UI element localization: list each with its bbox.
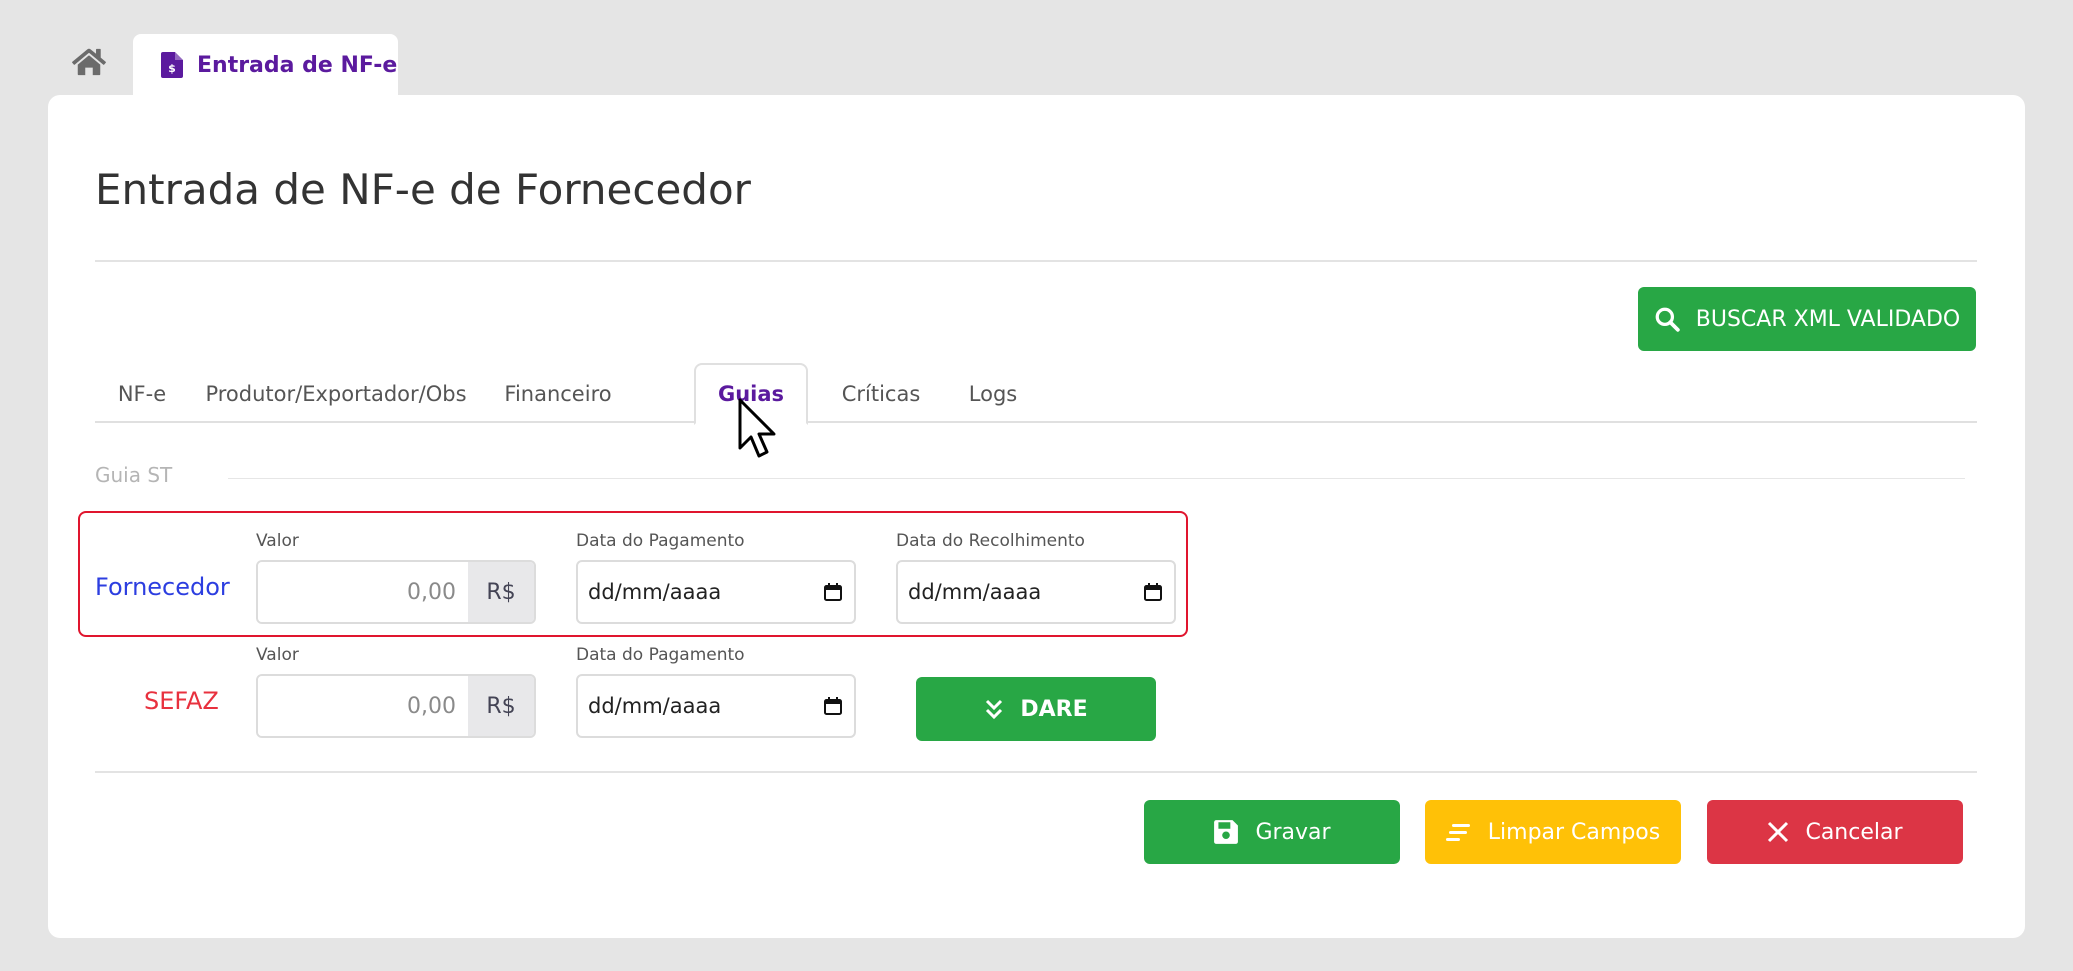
mouse-cursor-icon [738, 398, 776, 458]
search-icon [1655, 307, 1680, 332]
tab-logs[interactable]: Logs [953, 365, 1033, 423]
eraser-lines-icon [1445, 824, 1470, 841]
title-divider [95, 260, 1977, 262]
dare-button[interactable]: DARE [916, 677, 1156, 741]
tab-nfe-label: NF-e [117, 382, 167, 406]
calendar-icon[interactable] [824, 583, 842, 601]
fornecedor-currency-addon: R$ [468, 562, 534, 622]
tab-criticas[interactable]: Críticas [819, 365, 943, 423]
cancelar-button[interactable]: Cancelar [1707, 800, 1963, 864]
sefaz-data-pagamento-input[interactable]: dd/mm/aaaa [576, 674, 856, 738]
tab-nfe[interactable]: NF-e [105, 365, 179, 423]
fornecedor-data-pagamento-input[interactable]: dd/mm/aaaa [576, 560, 856, 624]
buscar-xml-label: BUSCAR XML VALIDADO [1695, 306, 1961, 332]
sefaz-valor-label: Valor [256, 645, 299, 665]
tabs-bar: NF-e Produtor/Exportador/Obs Financeiro … [95, 363, 1977, 425]
tab-produtor[interactable]: Produtor/Exportador/Obs [199, 365, 473, 423]
tab-logs-label: Logs [968, 382, 1018, 406]
fornecedor-data-pagamento-value: dd/mm/aaaa [588, 580, 722, 604]
tab-produtor-label: Produtor/Exportador/Obs [205, 382, 467, 406]
sefaz-valor-field: R$ [256, 674, 536, 738]
tab-entrada-nfe-label: Entrada de NF-e [197, 52, 398, 78]
double-chevron-down-icon [986, 699, 1003, 720]
main-card: Entrada de NF-e de Fornecedor BUSCAR XML… [48, 95, 2025, 938]
limpar-campos-label: Limpar Campos [1487, 819, 1661, 845]
gravar-label: Gravar [1255, 819, 1331, 845]
svg-text:$: $ [168, 62, 176, 75]
cancelar-label: Cancelar [1805, 819, 1903, 845]
actions-divider [95, 771, 1977, 773]
sefaz-data-pagamento-label: Data do Pagamento [576, 645, 745, 665]
buscar-xml-button[interactable]: BUSCAR XML VALIDADO [1638, 287, 1976, 351]
tab-entrada-nfe[interactable]: $ Entrada de NF-e [133, 34, 398, 96]
tab-criticas-label: Críticas [841, 382, 921, 406]
floppy-disk-icon [1214, 820, 1239, 844]
home-tab[interactable] [72, 47, 110, 81]
calendar-icon[interactable] [824, 697, 842, 715]
sefaz-valor-input[interactable] [258, 676, 468, 736]
gravar-button[interactable]: Gravar [1144, 800, 1400, 864]
tab-financeiro[interactable]: Financeiro [493, 365, 623, 423]
fornecedor-data-recolhimento-value: dd/mm/aaaa [908, 580, 1042, 604]
close-icon [1768, 821, 1789, 843]
fornecedor-data-recolhimento-label: Data do Recolhimento [896, 531, 1085, 551]
fornecedor-valor-label: Valor [256, 531, 299, 551]
home-icon [72, 48, 106, 76]
sefaz-currency-addon: R$ [468, 676, 534, 736]
fornecedor-data-pagamento-label: Data do Pagamento [576, 531, 745, 551]
sefaz-label: SEFAZ [144, 687, 219, 715]
section-legend-guia-st: Guia ST [95, 463, 185, 487]
fornecedor-data-recolhimento-input[interactable]: dd/mm/aaaa [896, 560, 1176, 624]
fornecedor-valor-input[interactable] [258, 562, 468, 622]
calendar-icon[interactable] [1144, 583, 1162, 601]
tab-financeiro-label: Financeiro [504, 382, 612, 406]
dare-label: DARE [1020, 696, 1088, 722]
section-divider [228, 478, 1965, 479]
page-title: Entrada de NF-e de Fornecedor [95, 165, 751, 214]
limpar-campos-button[interactable]: Limpar Campos [1425, 800, 1681, 864]
fornecedor-valor-field: R$ [256, 560, 536, 624]
sefaz-data-pagamento-value: dd/mm/aaaa [588, 694, 722, 718]
invoice-document-icon: $ [161, 52, 183, 78]
fornecedor-label: Fornecedor [95, 573, 230, 601]
